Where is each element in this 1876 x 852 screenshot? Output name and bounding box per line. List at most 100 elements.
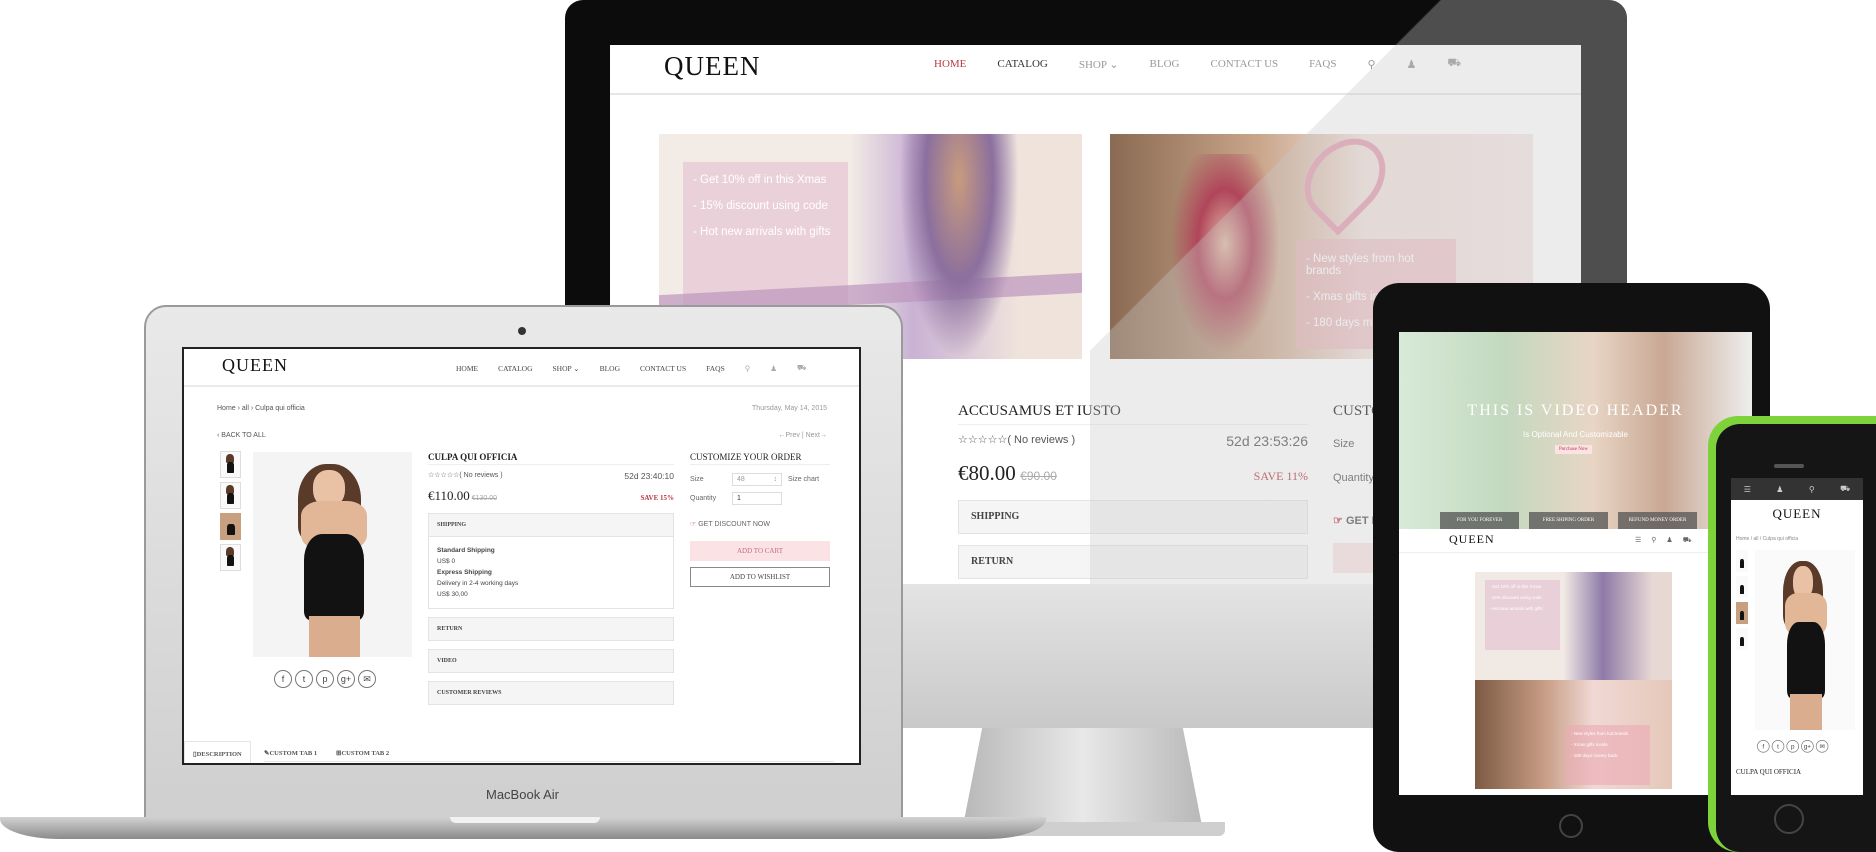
breadcrumb[interactable]: Home / all / Culpa qui officia <box>1736 536 1798 542</box>
thumbnail[interactable] <box>220 544 241 571</box>
logo[interactable]: QUEEN <box>1449 532 1495 547</box>
menu-icon[interactable]: ☰ <box>1635 536 1641 545</box>
date: Thursday, May 14, 2015 <box>752 405 827 412</box>
search-icon[interactable]: ⚲ <box>745 364 751 373</box>
purchase-now-button[interactable]: Purchase Now <box>1555 445 1593 454</box>
banner-line: - Get 10% off in this Xmas <box>1489 584 1542 589</box>
accordion-shipping[interactable]: SHIPPING <box>958 500 1308 534</box>
facebook-icon[interactable]: f <box>1757 740 1770 753</box>
shipping-line: US$ 30,00 <box>437 591 468 598</box>
logo[interactable]: QUEEN <box>664 51 760 82</box>
home-button[interactable] <box>1774 804 1804 834</box>
search-icon[interactable]: ⚲ <box>1651 536 1656 545</box>
user-icon[interactable]: ♟ <box>1666 536 1672 545</box>
search-icon[interactable]: ⚲ <box>1367 58 1375 71</box>
feature-badge: FREE SHIPING ORDER <box>1529 512 1608 529</box>
product-image[interactable] <box>253 452 412 657</box>
back-to-all-link[interactable]: ‹ BACK TO ALL <box>217 432 266 439</box>
thumbnail[interactable] <box>1736 628 1748 650</box>
breadcrumb[interactable]: Home › all › Culpa qui officia <box>217 405 305 412</box>
nav-faqs[interactable]: FAQS <box>706 364 725 373</box>
twitter-icon[interactable]: t <box>1771 740 1785 753</box>
chevron-down-icon: ⌄ <box>1109 58 1119 71</box>
nav-home[interactable]: HOME <box>934 58 966 70</box>
thumbnail[interactable] <box>1736 576 1748 598</box>
tab-custom-1[interactable]: ✎CUSTOM TAB 1 <box>264 741 317 763</box>
tab-custom-2[interactable]: ⊞CUSTOM TAB 2 <box>336 741 389 763</box>
logo[interactable]: QUEEN <box>1731 506 1863 522</box>
camera-icon <box>518 327 526 335</box>
nav-blog[interactable]: BLOG <box>1150 58 1180 70</box>
accordion-return[interactable]: RETURN <box>958 545 1308 579</box>
nav-home[interactable]: HOME <box>456 364 478 373</box>
size-select[interactable]: 48 ↕ <box>732 473 782 486</box>
user-icon[interactable]: ♟ <box>1407 58 1417 71</box>
pinterest-icon[interactable]: p <box>1786 740 1799 753</box>
video-title: THIS IS VIDEO HEADER <box>1467 402 1684 419</box>
cart-icon[interactable]: ⛟ <box>1683 536 1692 545</box>
rating[interactable]: ☆☆☆☆☆( No reviews ) <box>428 471 503 481</box>
discount-link[interactable]: GET DISCOUNT NOW <box>698 521 770 528</box>
video-header[interactable]: THIS IS VIDEO HEADER Is Optional And Cus… <box>1399 332 1752 529</box>
feature-badge: FOR YOU FOREVER <box>1440 512 1519 529</box>
quantity-input[interactable]: 1 <box>732 492 782 505</box>
email-icon[interactable]: ✉ <box>358 670 376 688</box>
accordion-return[interactable]: RETURN <box>428 617 674 641</box>
share-icons: f t p g+ ✉ <box>274 670 379 688</box>
nav-contact[interactable]: CONTACT US <box>640 364 686 373</box>
tab-description[interactable]: ▯DESCRIPTION <box>184 741 251 763</box>
price: €80.00 <box>958 461 1016 485</box>
menu-icon[interactable]: ☰ <box>1744 485 1751 494</box>
thumbnail[interactable] <box>220 513 241 540</box>
thumbnail[interactable] <box>1736 602 1748 624</box>
rating[interactable]: ☆☆☆☆☆( No reviews ) <box>958 433 1075 449</box>
accordion-video[interactable]: VIDEO <box>428 649 674 673</box>
user-icon[interactable]: ♟ <box>1776 485 1783 494</box>
accordion-shipping[interactable]: SHIPPING Standard Shipping US$ 0 Express… <box>428 513 674 609</box>
thumbnail[interactable] <box>1736 550 1748 572</box>
product-info: ACCUSAMUS ET IUSTO ☆☆☆☆☆( No reviews ) 5… <box>958 403 1308 579</box>
google-plus-icon[interactable]: g+ <box>337 670 355 688</box>
cart-icon[interactable]: ⛟ <box>1447 57 1461 71</box>
email-icon[interactable]: ✉ <box>1815 740 1829 753</box>
pinterest-icon[interactable]: p <box>316 670 334 688</box>
product-image[interactable] <box>1755 550 1855 730</box>
google-plus-icon[interactable]: g+ <box>1801 740 1814 753</box>
twitter-icon[interactable]: t <box>295 670 313 688</box>
add-to-wishlist-button[interactable]: ADD TO WISHLIST <box>690 567 830 587</box>
user-icon[interactable]: ♟ <box>770 364 777 373</box>
search-icon[interactable]: ⚲ <box>1809 485 1815 494</box>
size-chart-link[interactable]: Size chart <box>788 476 819 483</box>
save-badge: SAVE 11% <box>1253 469 1308 483</box>
nav-faqs[interactable]: FAQS <box>1309 58 1336 70</box>
cart-icon[interactable]: ⛟ <box>1840 484 1850 494</box>
nav-blog[interactable]: BLOG <box>600 364 620 373</box>
promo-banner-1[interactable]: - Get 10% off in this Xmas - 15% discoun… <box>1475 572 1672 680</box>
nav-catalog[interactable]: CATALOG <box>997 58 1047 70</box>
promo-banner-2[interactable]: - New styles from hot brands - Xmas gift… <box>1475 680 1672 789</box>
nav-catalog[interactable]: CATALOG <box>498 364 532 373</box>
tablet-screen: THIS IS VIDEO HEADER Is Optional And Cus… <box>1399 332 1752 795</box>
logo[interactable]: QUEEN <box>222 355 288 376</box>
reviews-count: ( No reviews ) <box>459 472 503 479</box>
banner-line: - Get 10% off in this Xmas <box>693 174 827 186</box>
thumbnail[interactable] <box>220 482 241 509</box>
cart-icon[interactable]: ⛟ <box>797 363 806 373</box>
nav-shop[interactable]: SHOP ⌄ <box>553 364 580 373</box>
accordion-header[interactable]: SHIPPING <box>429 514 673 537</box>
pagination: ←Prev | Next→ <box>778 432 827 439</box>
next-link[interactable]: Next→ <box>806 432 827 439</box>
nav-contact[interactable]: CONTACT US <box>1210 58 1278 70</box>
thumbnail[interactable] <box>220 451 241 478</box>
phone-screen: ☰ ♟ ⚲ ⛟ QUEEN Home / all / Culpa qui offici… <box>1731 478 1863 795</box>
accordion-customer-reviews[interactable]: CUSTOMER REVIEWS <box>428 681 674 705</box>
nav-shop[interactable]: SHOP ⌄ <box>1079 58 1119 71</box>
nav-divider <box>1399 552 1752 553</box>
add-to-cart-button[interactable]: ADD TO CART <box>690 541 830 561</box>
facebook-icon[interactable]: f <box>274 670 292 688</box>
nav-shop-label: SHOP <box>552 363 572 373</box>
star-icons: ☆☆☆☆☆ <box>958 434 1008 446</box>
home-button[interactable] <box>1559 814 1583 838</box>
prev-link[interactable]: ←Prev <box>778 432 799 439</box>
old-price: €90.00 <box>1020 469 1057 483</box>
